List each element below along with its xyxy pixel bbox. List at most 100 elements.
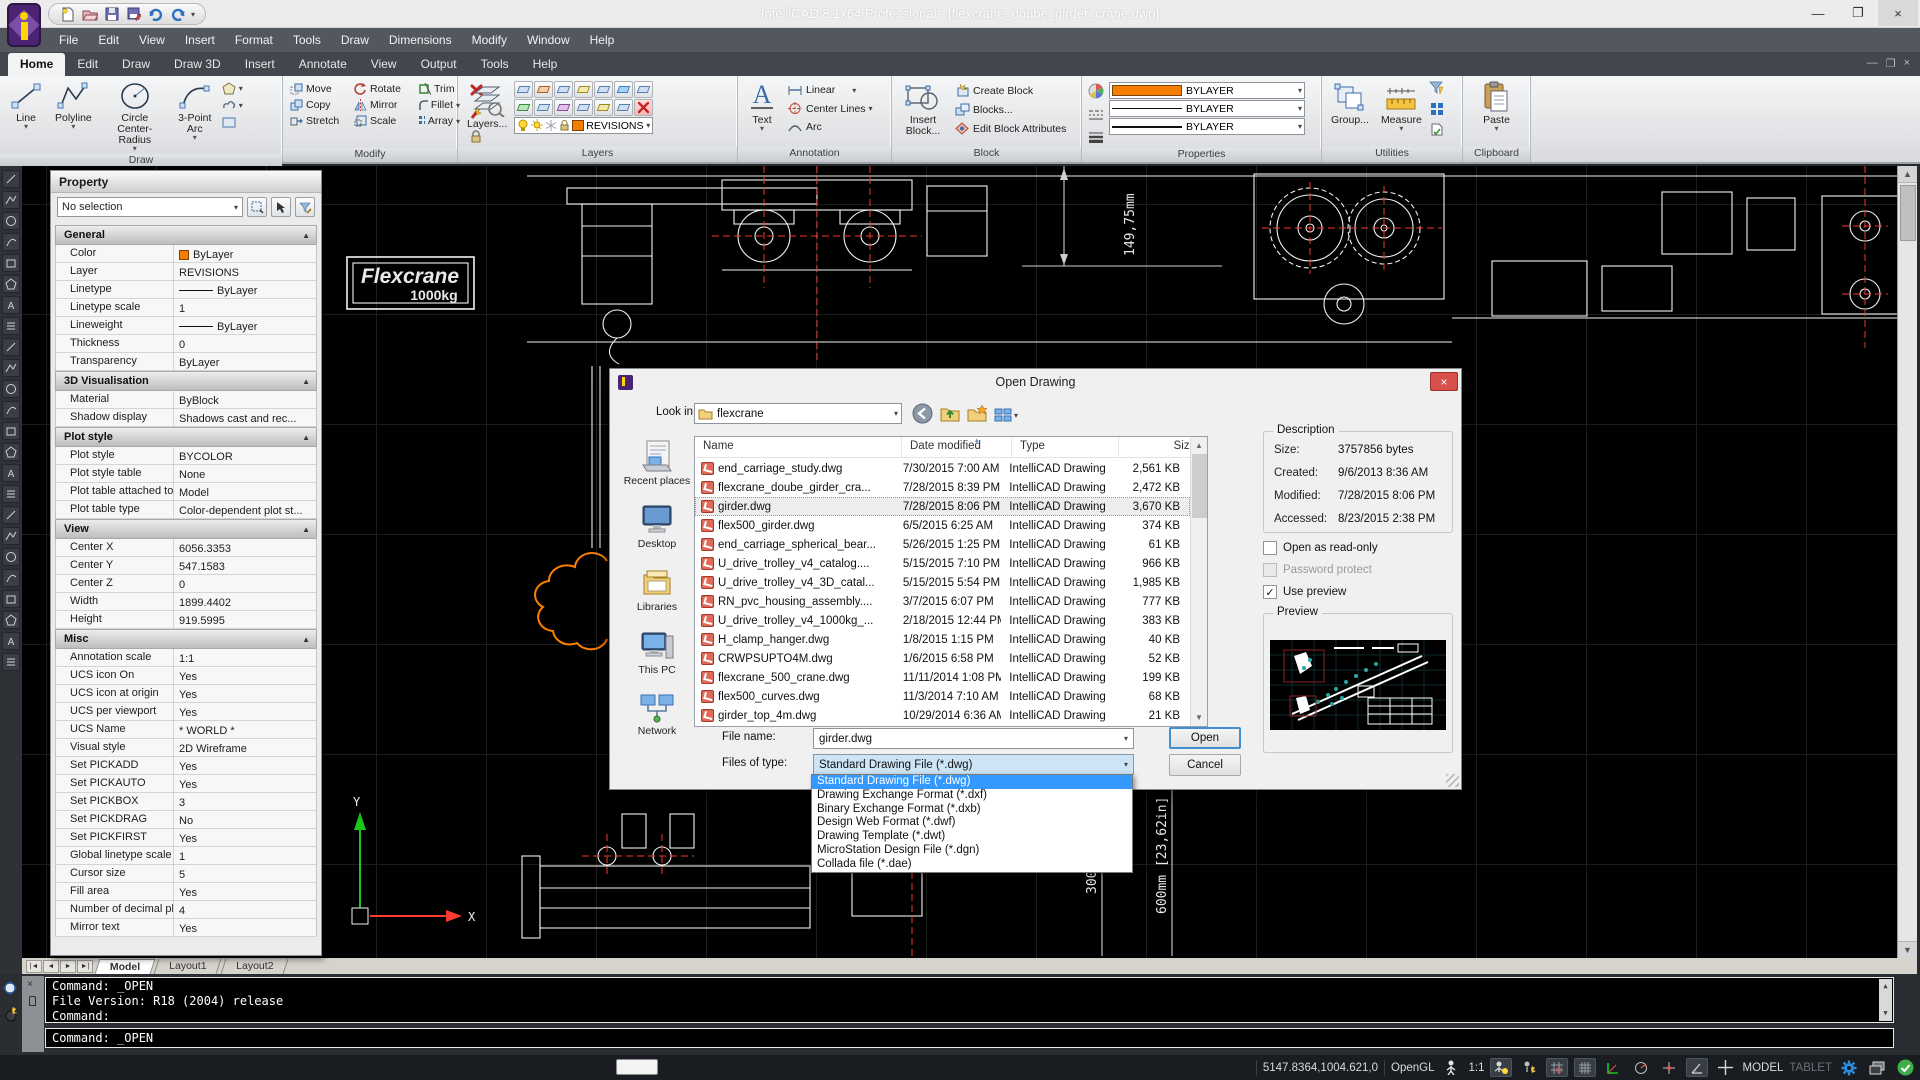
model-space-toggle[interactable]: MODEL xyxy=(1742,1062,1783,1074)
linetype-icon[interactable] xyxy=(1088,108,1104,126)
move-button[interactable]: Move xyxy=(287,82,349,96)
dimension-icon[interactable] xyxy=(2,380,20,398)
place-libraries[interactable]: Libraries xyxy=(637,567,677,613)
filetype-option[interactable]: Binary Exchange Format (*.dxb) xyxy=(812,803,1132,817)
layer-tool-icon[interactable] xyxy=(594,99,613,116)
property-section-header[interactable]: General▲ xyxy=(55,225,317,245)
new-folder-button[interactable] xyxy=(967,404,987,426)
filetype-option[interactable]: Standard Drawing File (*.dwg) xyxy=(812,775,1132,789)
layers-explorer-button[interactable]: Layers... xyxy=(462,79,512,132)
menu-item[interactable]: View xyxy=(130,30,174,50)
trim-button[interactable]: Trim xyxy=(415,82,463,96)
property-section-header[interactable]: View▲ xyxy=(55,519,317,539)
explode-tool-icon[interactable] xyxy=(2,1005,20,1023)
ribbon-tab[interactable]: Output xyxy=(409,53,469,76)
menu-item[interactable]: Tools xyxy=(284,30,330,50)
pin-command-icon[interactable] xyxy=(29,996,36,1006)
scrollbar-thumb[interactable] xyxy=(1192,454,1207,518)
annotation-person-icon[interactable] xyxy=(1440,1058,1462,1077)
property-row[interactable]: ColorByLayer xyxy=(55,245,317,263)
file-row[interactable]: flex500_girder.dwg 6/5/2015 6:25 AM Inte… xyxy=(695,516,1190,535)
palette-settings-button[interactable] xyxy=(295,197,315,217)
polyline-icon[interactable] xyxy=(2,212,20,230)
file-row[interactable]: girder_top_4m.dwg 10/29/2014 6:36 AM Int… xyxy=(695,706,1190,725)
property-section-header[interactable]: 3D Visualisation▲ xyxy=(55,371,317,391)
crosshair-icon[interactable] xyxy=(1714,1058,1736,1077)
property-row[interactable]: Set PICKDRAGNo xyxy=(55,811,317,829)
menu-item[interactable]: Help xyxy=(581,30,624,50)
copy-icon[interactable] xyxy=(2,422,20,440)
quick-select-button-palette[interactable] xyxy=(271,197,291,217)
layer-tool-icon[interactable] xyxy=(554,99,573,116)
edit-block-attributes-button[interactable]: Edit Block Attributes xyxy=(952,121,1069,136)
property-row[interactable]: Global linetype scale1 xyxy=(55,847,317,865)
scrollbar-thumb[interactable] xyxy=(1900,185,1916,241)
menu-item[interactable]: Dimensions xyxy=(380,30,461,50)
fillet-button[interactable]: Fillet▾ xyxy=(415,98,463,112)
property-row[interactable]: UCS per viewportYes xyxy=(55,703,317,721)
open-button[interactable]: Open xyxy=(1169,727,1241,749)
polyline-button[interactable]: Polyline▾ xyxy=(50,79,97,132)
file-row[interactable]: U_drive_trolley_v4_1000kg_... 2/18/2015 … xyxy=(695,611,1190,630)
property-row[interactable]: Height919.5995 xyxy=(55,611,317,629)
paste-button[interactable]: Paste▾ xyxy=(1478,79,1515,134)
property-row[interactable]: LayerREVISIONS xyxy=(55,263,317,281)
property-row[interactable]: TransparencyByLayer xyxy=(55,353,317,371)
menu-item[interactable]: Draw xyxy=(332,30,378,50)
property-row[interactable]: Plot styleBYCOLOR xyxy=(55,447,317,465)
file-row[interactable]: CRWPSUPTO4M.dwg 1/6/2015 6:58 PM Intelli… xyxy=(695,649,1190,668)
ribbon-tab[interactable]: Annotate xyxy=(287,53,359,76)
property-row[interactable]: Set PICKADDYes xyxy=(55,757,317,775)
settings-icon[interactable] xyxy=(2,653,20,671)
lineweight-combo[interactable]: BYLAYER▾ xyxy=(1109,118,1305,135)
property-row[interactable]: Thickness0 xyxy=(55,335,317,353)
file-row[interactable]: flexcrane_500_crane.dwg 11/11/2014 1:08 … xyxy=(695,668,1190,687)
menu-item[interactable]: Insert xyxy=(176,30,224,50)
cursor-coordinates[interactable]: 5147.8364,1004.621,0 xyxy=(1263,1062,1378,1074)
command-history[interactable]: ▲▼ Command: _OPENFile Version: R18 (2004… xyxy=(45,977,1894,1023)
annotation-visibility-icon[interactable] xyxy=(1490,1058,1512,1077)
copy-button[interactable]: Copy xyxy=(287,98,349,112)
snap-icon[interactable] xyxy=(1546,1058,1568,1077)
color-wheel-icon[interactable] xyxy=(1088,83,1104,104)
center-lines-button[interactable]: Center Lines▾ xyxy=(784,101,876,116)
cancel-button[interactable]: Cancel xyxy=(1169,754,1241,776)
filter-button[interactable] xyxy=(1429,81,1444,99)
ribbon-tab[interactable]: Home xyxy=(8,53,65,76)
mdi-close-button[interactable]: × xyxy=(1904,57,1910,70)
property-row[interactable]: Cursor size5 xyxy=(55,865,317,883)
layer-tool-icon[interactable] xyxy=(554,81,573,98)
ribbon-tab[interactable]: Draw 3D xyxy=(162,53,233,76)
layer-tool-icon[interactable] xyxy=(574,81,593,98)
select-objects-button[interactable] xyxy=(247,197,267,217)
layout-tab[interactable]: Model xyxy=(95,959,156,974)
three-point-arc-button[interactable]: 3-Point Arc▾ xyxy=(173,79,217,143)
property-row[interactable]: Plot table attached toModel xyxy=(55,483,317,501)
layer-tool-icon[interactable] xyxy=(614,81,633,98)
property-row[interactable]: UCS icon OnYes xyxy=(55,667,317,685)
arc-dimension-button[interactable]: Arc xyxy=(784,120,876,134)
file-name-combo[interactable]: girder.dwg▾ xyxy=(813,728,1134,749)
views-menu-button[interactable]: ▾ xyxy=(994,407,1018,423)
file-row[interactable]: end_carriage_study.dwg 7/30/2015 7:00 AM… xyxy=(695,459,1190,478)
lineweight-icon[interactable] xyxy=(1088,130,1104,148)
layers-icon[interactable] xyxy=(2,548,20,566)
audit-button[interactable] xyxy=(1429,123,1444,141)
statusbar-field[interactable] xyxy=(616,1059,658,1075)
layer-combo[interactable]: REVISIONS ▾ xyxy=(514,117,653,134)
color-combo[interactable]: BYLAYER▾ xyxy=(1109,82,1305,99)
rectangle-icon[interactable] xyxy=(2,275,20,293)
esnap-icon[interactable] xyxy=(1658,1058,1680,1077)
measure-button[interactable]: Measure▾ xyxy=(1376,79,1427,134)
scroll-down-icon[interactable]: ▼ xyxy=(1898,941,1917,958)
layer-tool-icon[interactable] xyxy=(614,99,633,116)
mirror-icon[interactable]: A xyxy=(2,464,20,482)
dialog-close-button[interactable]: × xyxy=(1430,372,1458,391)
select-icon[interactable] xyxy=(2,170,20,188)
file-row[interactable]: U_drive_trolley_v4_3D_catal... 5/15/2015… xyxy=(695,573,1190,592)
ribbon-tab[interactable]: Draw xyxy=(110,53,162,76)
settings-gear-icon[interactable] xyxy=(1838,1058,1860,1077)
mdi-minimize-button[interactable]: — xyxy=(1867,57,1878,70)
ribbon-tab[interactable]: Help xyxy=(521,53,570,76)
scale-button[interactable]: Scale xyxy=(351,114,413,128)
